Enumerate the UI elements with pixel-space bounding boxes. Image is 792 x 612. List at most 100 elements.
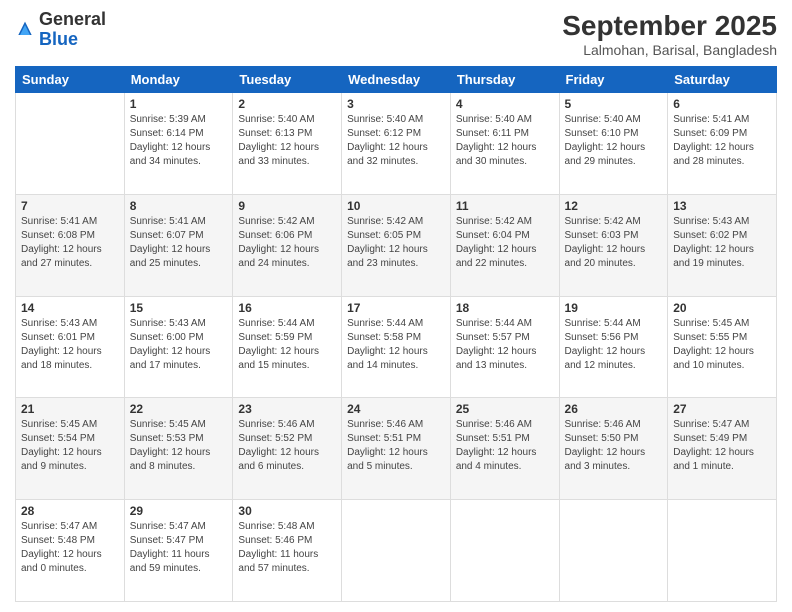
calendar-cell: 6 Sunrise: 5:41 AM Sunset: 6:09 PM Daylig… bbox=[668, 93, 777, 195]
calendar-cell: 19 Sunrise: 5:44 AM Sunset: 5:56 PM Dayli… bbox=[559, 296, 668, 398]
calendar-cell: 28 Sunrise: 5:47 AM Sunset: 5:48 PM Dayli… bbox=[16, 500, 125, 602]
day-info: Sunrise: 5:47 AM Sunset: 5:47 PM Dayligh… bbox=[130, 520, 228, 576]
day-info: Sunrise: 5:39 AM Sunset: 6:14 PM Dayligh… bbox=[130, 113, 228, 169]
day-number: 17 bbox=[347, 301, 445, 315]
day-number: 11 bbox=[456, 199, 554, 213]
calendar-cell: 18 Sunrise: 5:44 AM Sunset: 5:57 PM Dayli… bbox=[450, 296, 559, 398]
col-header-wednesday: Wednesday bbox=[342, 67, 451, 93]
calendar-cell: 29 Sunrise: 5:47 AM Sunset: 5:47 PM Dayli… bbox=[124, 500, 233, 602]
week-row-1: 1 Sunrise: 5:39 AM Sunset: 6:14 PM Daylig… bbox=[16, 93, 777, 195]
day-info: Sunrise: 5:47 AM Sunset: 5:49 PM Dayligh… bbox=[673, 418, 771, 474]
day-number: 26 bbox=[565, 402, 663, 416]
day-number: 23 bbox=[238, 402, 336, 416]
day-number: 6 bbox=[673, 97, 771, 111]
day-info: Sunrise: 5:45 AM Sunset: 5:53 PM Dayligh… bbox=[130, 418, 228, 474]
day-number: 14 bbox=[21, 301, 119, 315]
day-info: Sunrise: 5:41 AM Sunset: 6:07 PM Dayligh… bbox=[130, 215, 228, 271]
day-number: 12 bbox=[565, 199, 663, 213]
calendar-cell: 9Sunrise: 5:42 AM Sunset: 6:06 PM Daylig… bbox=[233, 194, 342, 296]
calendar-cell: 30 Sunrise: 5:48 AM Sunset: 5:46 PM Dayli… bbox=[233, 500, 342, 602]
day-info: Sunrise: 5:46 AM Sunset: 5:50 PM Dayligh… bbox=[565, 418, 663, 474]
col-header-tuesday: Tuesday bbox=[233, 67, 342, 93]
calendar-cell: 24 Sunrise: 5:46 AM Sunset: 5:51 PM Dayli… bbox=[342, 398, 451, 500]
calendar-cell: 23 Sunrise: 5:46 AM Sunset: 5:52 PM Dayli… bbox=[233, 398, 342, 500]
location: Lalmohan, Barisal, Bangladesh bbox=[562, 42, 777, 58]
calendar-cell bbox=[559, 500, 668, 602]
day-info: Sunrise: 5:41 AM Sunset: 6:08 PM Dayligh… bbox=[21, 215, 119, 271]
day-info: Sunrise: 5:40 AM Sunset: 6:10 PM Dayligh… bbox=[565, 113, 663, 169]
day-number: 13 bbox=[673, 199, 771, 213]
week-row-3: 14 Sunrise: 5:43 AM Sunset: 6:01 PM Dayli… bbox=[16, 296, 777, 398]
day-number: 4 bbox=[456, 97, 554, 111]
day-number: 25 bbox=[456, 402, 554, 416]
logo-text: General Blue bbox=[39, 10, 106, 50]
day-number: 22 bbox=[130, 402, 228, 416]
title-area: September 2025 Lalmohan, Barisal, Bangla… bbox=[562, 10, 777, 58]
day-number: 8 bbox=[130, 199, 228, 213]
calendar-cell: 12 Sunrise: 5:42 AM Sunset: 6:03 PM Dayli… bbox=[559, 194, 668, 296]
day-info: Sunrise: 5:43 AM Sunset: 6:02 PM Dayligh… bbox=[673, 215, 771, 271]
calendar-table: SundayMondayTuesdayWednesdayThursdayFrid… bbox=[15, 66, 777, 602]
col-header-friday: Friday bbox=[559, 67, 668, 93]
day-number: 19 bbox=[565, 301, 663, 315]
day-info: Sunrise: 5:43 AM Sunset: 6:01 PM Dayligh… bbox=[21, 317, 119, 373]
day-info: Sunrise: 5:45 AM Sunset: 5:55 PM Dayligh… bbox=[673, 317, 771, 373]
calendar-cell: 16 Sunrise: 5:44 AM Sunset: 5:59 PM Dayli… bbox=[233, 296, 342, 398]
col-header-saturday: Saturday bbox=[668, 67, 777, 93]
day-number: 29 bbox=[130, 504, 228, 518]
day-info: Sunrise: 5:48 AM Sunset: 5:46 PM Dayligh… bbox=[238, 520, 336, 576]
week-row-4: 21Sunrise: 5:45 AM Sunset: 5:54 PM Dayli… bbox=[16, 398, 777, 500]
day-info: Sunrise: 5:44 AM Sunset: 5:59 PM Dayligh… bbox=[238, 317, 336, 373]
day-number: 9 bbox=[238, 199, 336, 213]
day-number: 27 bbox=[673, 402, 771, 416]
calendar-cell: 14 Sunrise: 5:43 AM Sunset: 6:01 PM Dayli… bbox=[16, 296, 125, 398]
calendar-cell: 5Sunrise: 5:40 AM Sunset: 6:10 PM Daylig… bbox=[559, 93, 668, 195]
day-info: Sunrise: 5:40 AM Sunset: 6:12 PM Dayligh… bbox=[347, 113, 445, 169]
calendar-cell: 4 Sunrise: 5:40 AM Sunset: 6:11 PM Daylig… bbox=[450, 93, 559, 195]
calendar-cell: 26 Sunrise: 5:46 AM Sunset: 5:50 PM Dayli… bbox=[559, 398, 668, 500]
week-row-5: 28 Sunrise: 5:47 AM Sunset: 5:48 PM Dayli… bbox=[16, 500, 777, 602]
header-row: SundayMondayTuesdayWednesdayThursdayFrid… bbox=[16, 67, 777, 93]
day-info: Sunrise: 5:42 AM Sunset: 6:03 PM Dayligh… bbox=[565, 215, 663, 271]
day-number: 20 bbox=[673, 301, 771, 315]
day-number: 24 bbox=[347, 402, 445, 416]
day-number: 7 bbox=[21, 199, 119, 213]
day-info: Sunrise: 5:42 AM Sunset: 6:05 PM Dayligh… bbox=[347, 215, 445, 271]
page: General Blue September 2025 Lalmohan, Ba… bbox=[0, 0, 792, 612]
logo: General Blue bbox=[15, 10, 106, 50]
calendar-cell: 1 Sunrise: 5:39 AM Sunset: 6:14 PM Daylig… bbox=[124, 93, 233, 195]
day-info: Sunrise: 5:46 AM Sunset: 5:52 PM Dayligh… bbox=[238, 418, 336, 474]
day-info: Sunrise: 5:44 AM Sunset: 5:56 PM Dayligh… bbox=[565, 317, 663, 373]
week-row-2: 7 Sunrise: 5:41 AM Sunset: 6:08 PM Daylig… bbox=[16, 194, 777, 296]
calendar-cell bbox=[450, 500, 559, 602]
header: General Blue September 2025 Lalmohan, Ba… bbox=[15, 10, 777, 58]
day-info: Sunrise: 5:46 AM Sunset: 5:51 PM Dayligh… bbox=[347, 418, 445, 474]
day-info: Sunrise: 5:47 AM Sunset: 5:48 PM Dayligh… bbox=[21, 520, 119, 576]
day-number: 28 bbox=[21, 504, 119, 518]
calendar-cell: 13 Sunrise: 5:43 AM Sunset: 6:02 PM Dayli… bbox=[668, 194, 777, 296]
calendar-cell: 7 Sunrise: 5:41 AM Sunset: 6:08 PM Daylig… bbox=[16, 194, 125, 296]
day-number: 18 bbox=[456, 301, 554, 315]
day-number: 30 bbox=[238, 504, 336, 518]
logo-blue: Blue bbox=[39, 29, 78, 49]
calendar-cell bbox=[668, 500, 777, 602]
day-number: 15 bbox=[130, 301, 228, 315]
calendar-cell: 25Sunrise: 5:46 AM Sunset: 5:51 PM Dayli… bbox=[450, 398, 559, 500]
day-info: Sunrise: 5:41 AM Sunset: 6:09 PM Dayligh… bbox=[673, 113, 771, 169]
day-info: Sunrise: 5:42 AM Sunset: 6:04 PM Dayligh… bbox=[456, 215, 554, 271]
col-header-thursday: Thursday bbox=[450, 67, 559, 93]
day-number: 16 bbox=[238, 301, 336, 315]
logo-general: General bbox=[39, 9, 106, 29]
day-number: 1 bbox=[130, 97, 228, 111]
day-info: Sunrise: 5:40 AM Sunset: 6:11 PM Dayligh… bbox=[456, 113, 554, 169]
day-info: Sunrise: 5:40 AM Sunset: 6:13 PM Dayligh… bbox=[238, 113, 336, 169]
calendar-cell: 21Sunrise: 5:45 AM Sunset: 5:54 PM Dayli… bbox=[16, 398, 125, 500]
day-info: Sunrise: 5:44 AM Sunset: 5:57 PM Dayligh… bbox=[456, 317, 554, 373]
calendar-cell: 10Sunrise: 5:42 AM Sunset: 6:05 PM Dayli… bbox=[342, 194, 451, 296]
calendar-cell: 2 Sunrise: 5:40 AM Sunset: 6:13 PM Daylig… bbox=[233, 93, 342, 195]
calendar-cell: 22 Sunrise: 5:45 AM Sunset: 5:53 PM Dayli… bbox=[124, 398, 233, 500]
month-title: September 2025 bbox=[562, 10, 777, 42]
day-number: 2 bbox=[238, 97, 336, 111]
day-info: Sunrise: 5:44 AM Sunset: 5:58 PM Dayligh… bbox=[347, 317, 445, 373]
calendar-cell bbox=[16, 93, 125, 195]
